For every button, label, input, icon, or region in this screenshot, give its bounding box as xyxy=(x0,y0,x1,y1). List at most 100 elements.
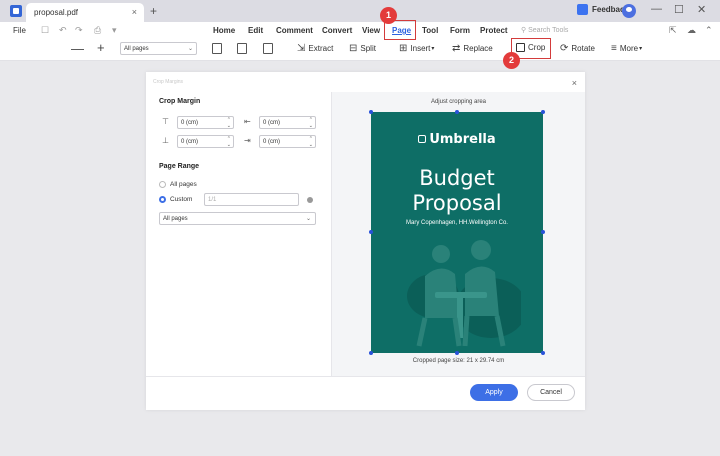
cover-illustration xyxy=(407,240,521,347)
replace-label: Replace xyxy=(463,44,493,53)
crop-margin-heading: Crop Margin xyxy=(159,98,201,105)
menu-convert[interactable]: Convert xyxy=(322,26,352,35)
all-pages-label: All pages xyxy=(170,181,197,188)
stepper-arrows-icon[interactable]: ⌃ ⌄ xyxy=(309,136,313,148)
undo-icon[interactable]: ↶ xyxy=(59,25,67,36)
margin-right-input[interactable]: 0 (cm) ⌃ ⌄ xyxy=(259,135,316,148)
margin-bottom-value: 0 (cm) xyxy=(181,139,198,145)
dialog-footer: Apply Cancel xyxy=(146,376,585,410)
quick-access-dropdown-icon[interactable]: ▾ xyxy=(112,25,117,36)
collapse-ribbon-icon[interactable]: ⌃ xyxy=(705,25,713,36)
split-button[interactable]: ⊟ Split xyxy=(349,43,376,54)
stepper-arrows-icon[interactable]: ⌃ ⌄ xyxy=(227,136,231,148)
delete-page-icon[interactable] xyxy=(263,43,273,54)
menu-tool[interactable]: Tool xyxy=(422,26,438,35)
zoom-out-icon[interactable]: — xyxy=(71,41,84,56)
menu-protect[interactable]: Protect xyxy=(480,26,508,35)
rotate-icon: ⟳ xyxy=(560,43,569,54)
crop-handle-bottom-right[interactable] xyxy=(541,351,545,355)
insert-icon: ⊞ xyxy=(399,43,408,54)
menu-form[interactable]: Form xyxy=(450,26,470,35)
margin-top-input[interactable]: 0 (cm) ⌃ ⌄ xyxy=(177,116,234,129)
margin-bottom-input[interactable]: 0 (cm) ⌃ ⌄ xyxy=(177,135,234,148)
menu-home[interactable]: Home xyxy=(213,26,235,35)
insert-after-icon[interactable] xyxy=(237,43,247,54)
insert-before-icon[interactable] xyxy=(212,43,222,54)
crop-handle-left[interactable] xyxy=(369,230,373,234)
crop-handle-top-right[interactable] xyxy=(541,110,545,114)
page-range-select-value: All pages xyxy=(163,216,188,222)
rotate-button[interactable]: ⟳ Rotate xyxy=(560,43,595,54)
dialog-close-icon[interactable]: × xyxy=(572,78,577,88)
preview-panel: Adjust cropping area Umbrella Budget Pro… xyxy=(332,92,585,376)
zoom-in-icon[interactable]: + xyxy=(97,40,105,55)
app-logo-icon xyxy=(10,5,22,17)
close-window-icon[interactable]: ✕ xyxy=(697,3,706,16)
document-tab[interactable]: proposal.pdf × xyxy=(26,3,144,22)
tab-close-icon[interactable]: × xyxy=(132,7,137,17)
chevron-down-icon: ⌄ xyxy=(187,46,193,52)
margin-bottom-icon: ⊥ xyxy=(162,136,169,145)
crop-handle-bottom-left[interactable] xyxy=(369,351,373,355)
info-icon[interactable] xyxy=(307,197,313,203)
dialog-title: Crop Margins xyxy=(153,79,184,85)
menu-comment[interactable]: Comment xyxy=(276,26,313,35)
margin-top-icon: ⊤ xyxy=(162,117,169,126)
crop-handle-top-left[interactable] xyxy=(369,110,373,114)
chevron-down-icon: ▾ xyxy=(639,46,643,52)
custom-range-input[interactable]: 1/1 xyxy=(204,193,299,206)
print-icon[interactable]: ⎙ xyxy=(94,25,101,36)
cancel-button[interactable]: Cancel xyxy=(527,384,575,401)
page-preview[interactable]: Umbrella Budget Proposal Mary Copenhagen… xyxy=(371,112,543,353)
stepper-arrows-icon[interactable]: ⌃ ⌄ xyxy=(227,117,231,129)
cloud-icon[interactable]: ☁ xyxy=(687,25,696,36)
page-toolbar: — + All pages ⌄ ⇲ Extract ⊟ Split ⊞ Inse… xyxy=(0,39,720,61)
rotate-label: Rotate xyxy=(571,44,595,53)
more-button[interactable]: ≡ More ▾ xyxy=(611,43,642,54)
crop-handle-bottom[interactable] xyxy=(455,351,459,355)
menu-view[interactable]: View xyxy=(362,26,380,35)
extract-label: Extract xyxy=(308,44,334,53)
insert-button[interactable]: ⊞ Insert ▾ xyxy=(399,43,434,54)
avatar[interactable] xyxy=(622,4,636,18)
extract-button[interactable]: ⇲ Extract xyxy=(297,43,333,54)
crop-margins-dialog: Crop Margins × Crop Margin ⊤ 0 (cm) ⌃ ⌄ ⇤… xyxy=(146,72,585,410)
margin-left-value: 0 (cm) xyxy=(263,120,280,126)
page-range-heading: Page Range xyxy=(159,163,200,170)
page-range-select[interactable]: All pages ⌄ xyxy=(159,212,316,225)
stepper-arrows-icon[interactable]: ⌃ ⌄ xyxy=(309,117,313,129)
margin-right-value: 0 (cm) xyxy=(263,139,280,145)
redo-icon[interactable]: ↷ xyxy=(75,25,83,36)
menu-file[interactable]: File xyxy=(13,26,26,35)
feedback-icon xyxy=(577,4,588,15)
new-tab-icon[interactable]: + xyxy=(150,4,157,18)
chevron-down-icon: ▾ xyxy=(431,46,435,52)
custom-radio[interactable]: Custom xyxy=(159,196,192,203)
search-tools[interactable]: ⚲ Search Tools xyxy=(521,26,568,34)
step-badge-1: 1 xyxy=(380,7,397,24)
share-icon[interactable]: ⇱ xyxy=(669,25,677,36)
radio-off-icon xyxy=(159,181,166,188)
more-label: More xyxy=(619,44,639,53)
margin-top-value: 0 (cm) xyxy=(181,120,198,126)
menu-edit[interactable]: Edit xyxy=(248,26,263,35)
pages-select[interactable]: All pages ⌄ xyxy=(120,42,197,55)
all-pages-radio[interactable]: All pages xyxy=(159,181,197,188)
extract-icon: ⇲ xyxy=(297,43,306,54)
margin-left-input[interactable]: 0 (cm) ⌃ ⌄ xyxy=(259,116,316,129)
crop-handle-top[interactable] xyxy=(455,110,459,114)
save-icon[interactable]: ☐ xyxy=(41,25,49,36)
apply-button[interactable]: Apply xyxy=(470,384,518,401)
crop-handle-right[interactable] xyxy=(541,230,545,234)
maximize-icon[interactable]: ☐ xyxy=(674,3,684,16)
insert-label: Insert xyxy=(410,44,431,53)
crop-settings-panel: Crop Margin ⊤ 0 (cm) ⌃ ⌄ ⇤ 0 (cm) ⌃ ⌄ ⊥ 0 … xyxy=(146,92,331,376)
split-icon: ⊟ xyxy=(349,43,358,54)
umbrella-logo-icon xyxy=(418,135,427,143)
cover-title-line2: Proposal xyxy=(412,191,502,215)
search-tools-label: Search Tools xyxy=(528,27,569,34)
minimize-icon[interactable]: — xyxy=(651,3,662,15)
adjust-cropping-label: Adjust cropping area xyxy=(430,99,487,105)
replace-button[interactable]: ⇄ Replace xyxy=(452,43,493,54)
split-label: Split xyxy=(360,44,376,53)
